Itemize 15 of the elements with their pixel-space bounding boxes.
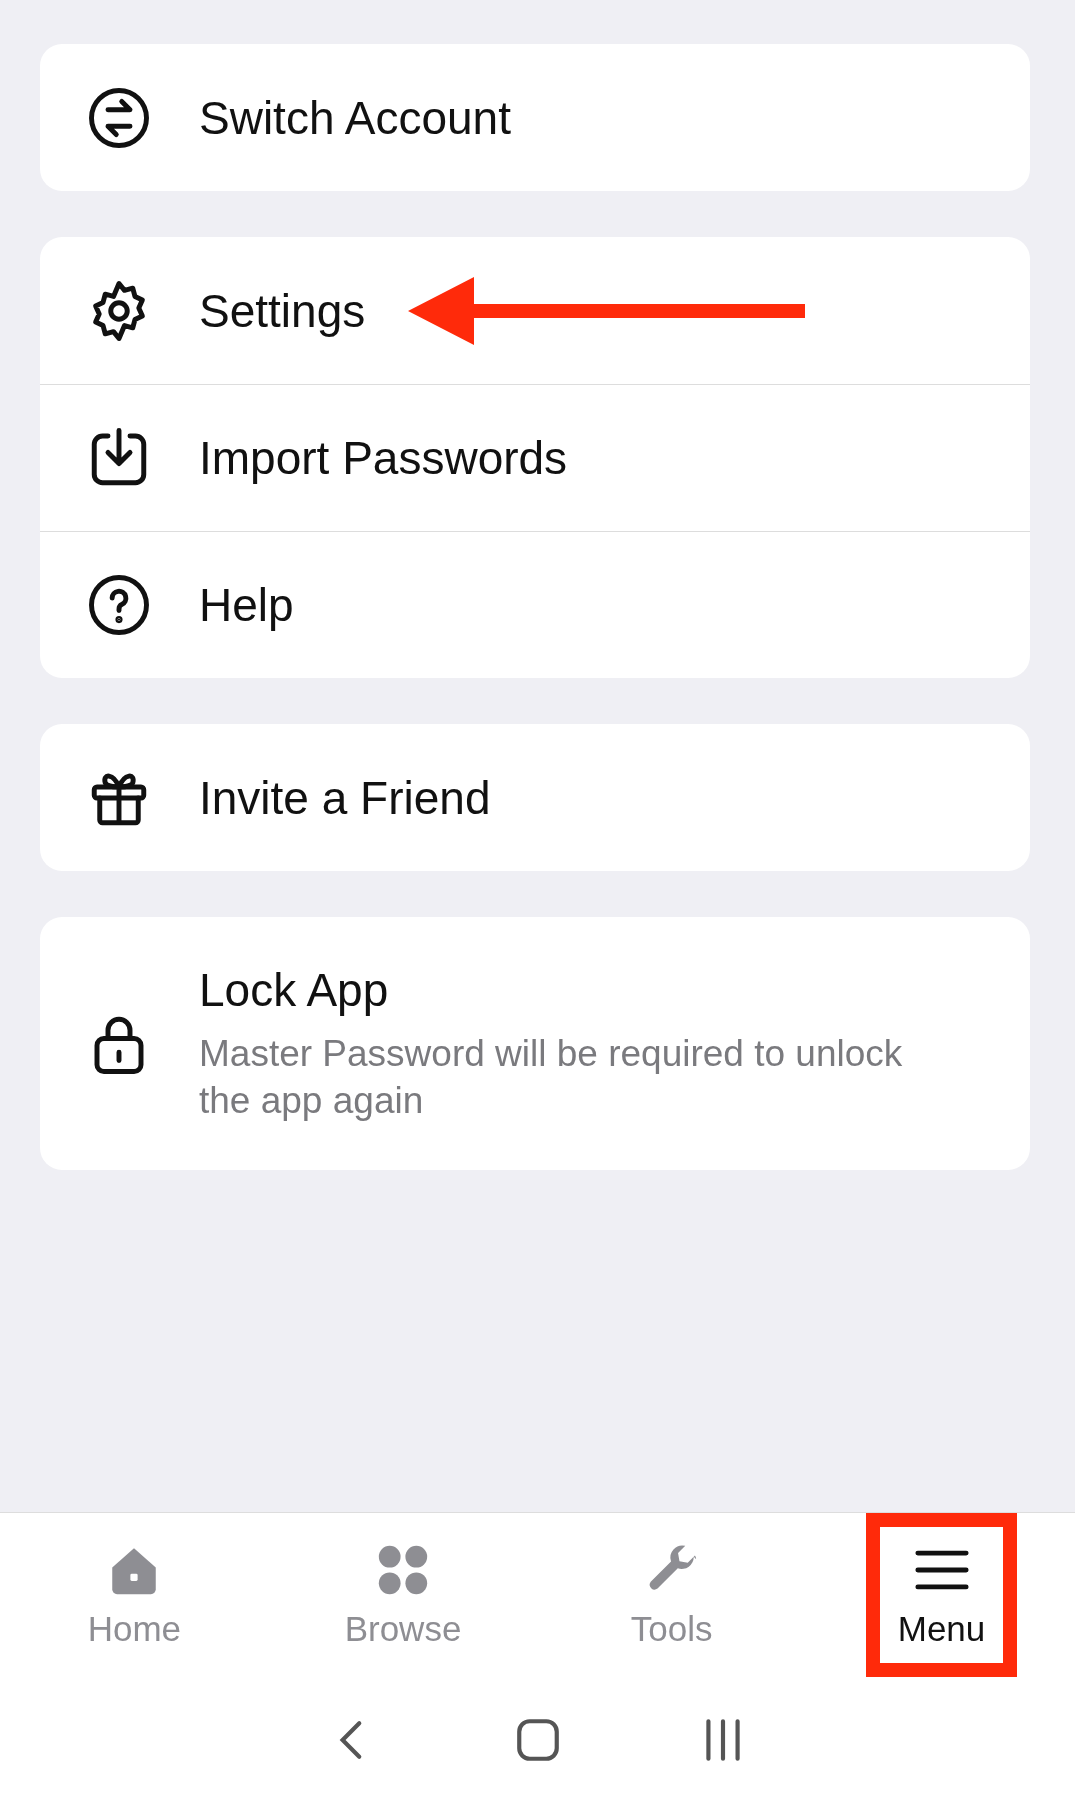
tab-bar-item[interactable]: Menu: [866, 1513, 1017, 1677]
item-label: Import Passwords: [199, 431, 568, 485]
option-row[interactable]: Settings: [40, 237, 1030, 384]
help-icon: [86, 572, 152, 638]
item-label: Switch Account: [199, 90, 511, 145]
option-row[interactable]: Invite a Friend: [40, 724, 1030, 871]
item-label: Lock App: [199, 963, 390, 1018]
option-row[interactable]: Lock App Master Password will be required to unlock the app again: [40, 917, 1030, 1170]
option-row[interactable]: Help: [40, 531, 1030, 678]
option-row[interactable]: Switch Account: [40, 44, 1030, 191]
item-description: Master Password will be required to unlock the app again: [199, 1032, 904, 1123]
item-label: Settings: [199, 283, 366, 338]
item-label: Help: [199, 578, 294, 632]
item-label: Invite a Friend: [199, 770, 491, 825]
option-row[interactable]: Import Passwords: [40, 384, 1030, 531]
